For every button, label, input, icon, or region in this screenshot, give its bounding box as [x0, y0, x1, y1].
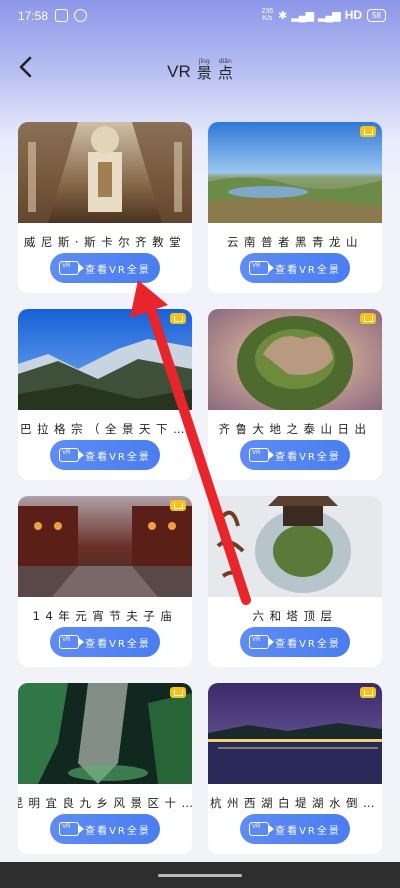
check-circle-icon — [74, 9, 87, 22]
bluetooth-icon: ✱ — [278, 9, 287, 22]
card-title: 杭州西湖白堤湖水倒… — [210, 796, 380, 810]
view-vr-button[interactable]: VR 查看VR全景 — [240, 627, 350, 657]
title-hanzi: 景 — [196, 64, 212, 82]
view-vr-label: 查看VR全景 — [85, 825, 151, 837]
view-vr-button[interactable]: VR 查看VR全景 — [50, 253, 160, 283]
vip-crown-icon — [360, 687, 376, 698]
view-vr-label: 查看VR全景 — [275, 264, 341, 276]
view-vr-button[interactable]: VR 查看VR全景 — [240, 253, 350, 283]
scenic-card[interactable]: 巴拉格宗（全景天下… VR 查看VR全景 — [18, 309, 192, 480]
vr-camera-icon: VR — [59, 261, 85, 275]
net-speed: 236 K/s — [261, 8, 273, 22]
vr-camera-icon: VR — [249, 635, 275, 649]
system-nav-bar — [0, 862, 400, 888]
view-vr-label: 查看VR全景 — [85, 638, 151, 650]
vip-crown-icon — [360, 126, 376, 137]
scenic-card[interactable]: 齐鲁大地之泰山日出 VR 查看VR全景 — [208, 309, 382, 480]
tiny-planet-image — [208, 309, 382, 410]
cave-image — [18, 683, 192, 784]
view-vr-label: 查看VR全景 — [85, 264, 151, 276]
scenic-card[interactable]: 云南普者黑青龙山 VR 查看VR全景 — [208, 122, 382, 293]
title-char: diǎn 点 — [218, 58, 233, 82]
card-title-wrap: 巴拉格宗（全景天下… — [18, 413, 192, 437]
message-icon — [55, 9, 68, 22]
scenic-card[interactable]: 杭州西湖白堤湖水倒… VR 查看VR全景 — [208, 683, 382, 854]
card-title-wrap: 齐鲁大地之泰山日出 — [208, 413, 382, 437]
title-vr: VR — [167, 62, 191, 81]
title-char: jǐng 景 — [197, 58, 212, 82]
view-vr-label: 查看VR全景 — [275, 451, 341, 463]
status-time: 17:58 — [18, 9, 49, 23]
street-night-image — [18, 496, 192, 597]
card-title: 云南普者黑青龙山 — [227, 235, 363, 249]
view-vr-button[interactable]: VR 查看VR全景 — [240, 814, 350, 844]
pagoda-tiny-planet-image — [208, 496, 382, 597]
lake-night-image — [208, 683, 382, 784]
church-interior-image — [18, 122, 192, 223]
view-vr-button[interactable]: VR 查看VR全景 — [50, 440, 160, 470]
card-title: 昆明宜良九乡风景区十… — [18, 796, 192, 810]
card-title-wrap: 14年元宵节夫子庙 — [18, 600, 192, 624]
vr-camera-icon: VR — [59, 822, 85, 836]
title-hanzi: 点 — [217, 64, 233, 82]
home-handle[interactable] — [158, 874, 242, 877]
landscape-image — [208, 122, 382, 223]
scenic-card[interactable]: 六和塔顶层 VR 查看VR全景 — [208, 496, 382, 667]
view-vr-button[interactable]: VR 查看VR全景 — [50, 627, 160, 657]
network-label: HD — [344, 8, 363, 22]
view-vr-label: 查看VR全景 — [275, 825, 341, 837]
status-bar: 17:58 236 K/s ✱ ▂▄▆ ▂▄▆ HD 58 — [0, 0, 400, 32]
signal-icon: ▂▄▆ — [291, 9, 314, 22]
card-title: 威尼斯·斯卡尔齐教堂 — [23, 235, 187, 249]
view-vr-label: 查看VR全景 — [275, 638, 341, 650]
page-title: VR jǐng 景 diǎn 点 — [0, 58, 400, 82]
vip-crown-icon — [170, 687, 186, 698]
vr-camera-icon: VR — [249, 822, 275, 836]
vip-crown-icon — [360, 313, 376, 324]
card-title: 14年元宵节夫子庙 — [32, 609, 178, 623]
scenic-card[interactable]: 威尼斯·斯卡尔齐教堂 VR 查看VR全景 — [18, 122, 192, 293]
card-title-wrap: 昆明宜良九乡风景区十… — [18, 787, 192, 811]
vip-crown-icon — [170, 500, 186, 511]
vr-camera-icon: VR — [59, 635, 85, 649]
header: VR jǐng 景 diǎn 点 — [0, 44, 400, 90]
view-vr-label: 查看VR全景 — [85, 451, 151, 463]
vr-camera-icon: VR — [59, 448, 85, 462]
vip-crown-icon — [170, 313, 186, 324]
net-speed-value: 236 — [261, 8, 274, 15]
vr-camera-icon: VR — [249, 448, 275, 462]
status-right: 236 K/s ✱ ▂▄▆ ▂▄▆ HD 58 — [261, 8, 386, 22]
card-title-wrap: 六和塔顶层 — [208, 600, 382, 624]
vr-camera-icon: VR — [249, 261, 275, 275]
scenic-card[interactable]: 昆明宜良九乡风景区十… VR 查看VR全景 — [18, 683, 192, 854]
card-title-wrap: 云南普者黑青龙山 — [208, 226, 382, 250]
card-title: 巴拉格宗（全景天下… — [20, 422, 190, 436]
notification-icons — [55, 9, 87, 22]
card-title: 齐鲁大地之泰山日出 — [218, 422, 372, 436]
view-vr-button[interactable]: VR 查看VR全景 — [50, 814, 160, 844]
view-vr-button[interactable]: VR 查看VR全景 — [240, 440, 350, 470]
mountain-image — [18, 309, 192, 410]
card-title-wrap: 威尼斯·斯卡尔齐教堂 — [18, 226, 192, 250]
net-speed-unit: K/s — [262, 15, 273, 22]
battery-icon: 58 — [367, 8, 386, 22]
scenic-card[interactable]: 14年元宵节夫子庙 VR 查看VR全景 — [18, 496, 192, 667]
card-title-wrap: 杭州西湖白堤湖水倒… — [208, 787, 382, 811]
card-title: 六和塔顶层 — [252, 609, 338, 623]
signal-icon-2: ▂▄▆ — [318, 9, 341, 22]
